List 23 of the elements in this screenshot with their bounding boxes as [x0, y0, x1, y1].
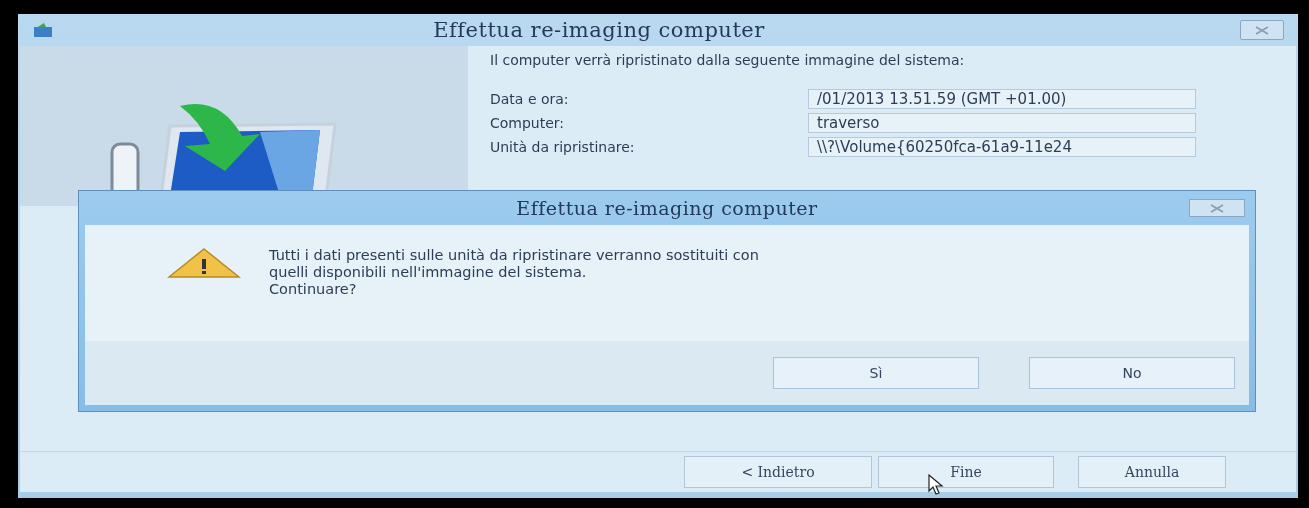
message-text: Continuare?	[269, 281, 358, 298]
close-icon	[1255, 25, 1269, 35]
field-value: \\?\Volume{60250fca-61a9-11e24	[808, 137, 1196, 157]
mouse-cursor-icon	[928, 474, 946, 496]
field-label: Data e ora:	[490, 91, 570, 107]
field-value: traverso	[808, 113, 1196, 133]
wizard-button[interactable]: Annulla	[1078, 456, 1226, 488]
field-label: Unità da ripristinare:	[490, 139, 636, 155]
close-button[interactable]	[1189, 199, 1245, 217]
message-text: Tutti i dati presenti sulle unità da ripristinare verranno sostituiti con	[269, 247, 759, 264]
field-label: Computer:	[490, 115, 566, 131]
close-button[interactable]	[1240, 20, 1284, 40]
warning-icon	[167, 247, 241, 279]
dialog-button[interactable]: No	[1029, 357, 1235, 389]
field-value: /01/2013 13.51.59 (GMT +01.00)	[808, 89, 1196, 109]
intro-text: Il computer verrà ripristinato dalla seguente immagine del sistema:	[490, 52, 966, 69]
message-text: quelli disponibili nell'immagine del sistema.	[269, 264, 588, 281]
close-icon	[1210, 203, 1224, 213]
wizard-button[interactable]: < Indietro	[684, 456, 872, 488]
wizard-button[interactable]: Fine	[878, 456, 1054, 488]
window-title: Effettua re-imaging computer	[432, 18, 766, 42]
dialog-button[interactable]: Sì	[773, 357, 979, 389]
dialog-title: Effettua re-imaging computer	[516, 197, 818, 219]
